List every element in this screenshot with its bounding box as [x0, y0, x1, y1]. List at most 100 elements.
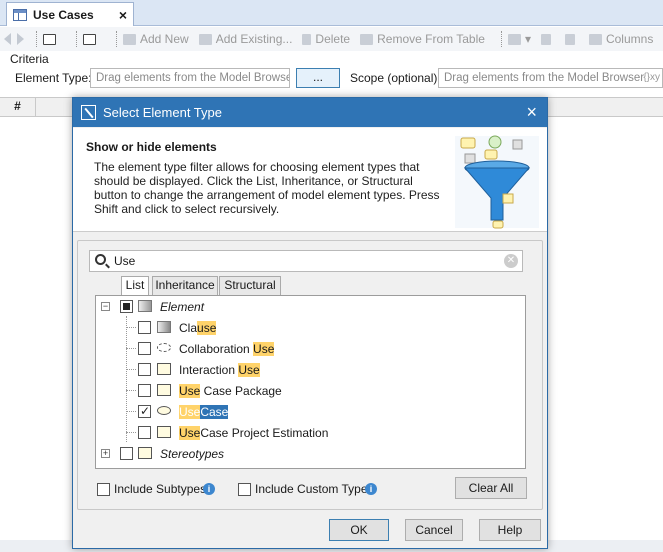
scope-placeholder: Drag elements from the Model Browser	[444, 72, 645, 84]
dialog-titlebar[interactable]: Select Element Type ×	[73, 98, 547, 127]
include-custom-types-label: Include Custom Types	[255, 482, 374, 496]
tree-row-use-case[interactable]: UseCase	[96, 401, 525, 422]
export-icon	[507, 33, 521, 45]
trash-icon	[302, 33, 312, 45]
dialog-app-icon	[81, 105, 96, 120]
hierarchy-icon[interactable]	[43, 33, 60, 45]
select-element-type-dialog: Select Element Type × Show or hide eleme…	[72, 97, 548, 549]
tree-row-collaboration-use[interactable]: Collaboration Use	[96, 338, 525, 359]
back-arrow-icon[interactable]	[4, 33, 11, 45]
scope-field[interactable]: Drag elements from the Model Browser {}х…	[438, 68, 663, 88]
tree-checkbox[interactable]	[138, 426, 151, 439]
tree-label: UseCase	[179, 405, 229, 419]
toolbar-separator	[116, 31, 117, 47]
banner-title: Show or hide elements	[86, 140, 217, 154]
delete-button[interactable]: Delete	[302, 32, 350, 46]
tree-checkbox[interactable]	[138, 363, 151, 376]
down-icon	[564, 33, 575, 45]
info-icon[interactable]: i	[203, 483, 215, 495]
dialog-close-icon[interactable]: ×	[526, 102, 537, 123]
ok-button[interactable]: OK	[329, 519, 389, 541]
toolbar-separator	[76, 31, 77, 47]
collapse-icon[interactable]: −	[101, 302, 110, 311]
element-search-input[interactable]: Use ✕	[89, 250, 523, 272]
estimation-icon	[157, 426, 171, 438]
scope-suffix: {}ху	[643, 72, 660, 83]
tab-use-cases[interactable]: Use Cases ×	[6, 2, 134, 26]
use-case-icon	[157, 406, 171, 415]
criteria-label: Criteria	[10, 52, 49, 66]
table-toolbar: Add New Add Existing... Delete Remove Fr…	[0, 27, 663, 51]
add-new-button[interactable]: Add New	[123, 32, 189, 46]
tree-label: Element	[160, 300, 205, 314]
columns-button[interactable]: Columns	[588, 32, 654, 46]
expand-icon[interactable]: +	[101, 449, 110, 458]
tab-close-icon[interactable]: ×	[119, 7, 127, 23]
tree-checkbox[interactable]	[120, 300, 133, 313]
columns-label: Columns	[605, 32, 654, 46]
forward-arrow-icon[interactable]	[17, 33, 24, 45]
dialog-title: Select Element Type	[103, 105, 222, 120]
tree-row-stereotypes[interactable]: + Stereotypes	[96, 443, 525, 464]
tab-structural[interactable]: Structural	[219, 276, 281, 295]
scope-label: Scope (optional):	[350, 71, 441, 85]
tree-checkbox[interactable]	[120, 447, 133, 460]
tree-row-interaction-use[interactable]: Interaction Use	[96, 359, 525, 380]
tree-row-use-case-package[interactable]: Use Case Package	[96, 380, 525, 401]
delete-label: Delete	[315, 32, 351, 46]
add-existing-icon	[198, 33, 212, 45]
cancel-button[interactable]: Cancel	[405, 519, 463, 541]
move-down-button[interactable]	[564, 33, 579, 45]
remove-from-table-button[interactable]: Remove From Table	[360, 32, 485, 46]
columns-icon	[588, 33, 602, 45]
package-icon	[157, 384, 171, 396]
clear-search-icon[interactable]: ✕	[504, 254, 518, 268]
clause-icon	[157, 321, 171, 333]
tab-title: Use Cases	[33, 7, 94, 22]
include-subtypes-label: Include Subtypes	[114, 482, 207, 496]
table-hash-header[interactable]: #	[0, 97, 36, 117]
element-icon	[138, 300, 152, 312]
tree-checkbox-checked[interactable]	[138, 404, 151, 418]
help-button[interactable]: Help	[479, 519, 541, 541]
tree-label: Stereotypes	[160, 447, 225, 461]
clear-all-button[interactable]: Clear All	[455, 477, 527, 499]
tree-row-element[interactable]: − Element	[96, 296, 525, 317]
tree-checkbox[interactable]	[138, 321, 151, 334]
tree-row-use-case-project-estimation[interactable]: UseCase Project Estimation	[96, 422, 525, 443]
include-custom-types-checkbox[interactable]	[238, 483, 251, 496]
funnel-filter-icon	[455, 135, 539, 229]
include-subtypes-checkbox[interactable]	[97, 483, 110, 496]
element-type-field[interactable]: Drag elements from the Model Browser	[90, 68, 290, 88]
tab-list[interactable]: List	[121, 276, 149, 296]
export-button[interactable]: ▾	[507, 32, 531, 46]
add-new-icon	[123, 33, 136, 45]
tree-label: Collaboration Use	[179, 342, 275, 356]
tree-label: UseCase Project Estimation	[179, 426, 329, 440]
remove-icon	[360, 33, 374, 45]
add-new-label: Add New	[140, 32, 189, 46]
element-type-tree: − Element Clause Collaboration Use Inter…	[95, 295, 526, 469]
tree-row-clause[interactable]: Clause	[96, 317, 525, 338]
toolbar-separator	[36, 31, 37, 47]
up-icon	[540, 33, 551, 45]
remove-label: Remove From Table	[377, 32, 485, 46]
folder-icon	[138, 447, 152, 459]
tab-inheritance[interactable]: Inheritance	[152, 276, 218, 295]
info-icon[interactable]: i	[365, 483, 377, 495]
tree-checkbox[interactable]	[138, 384, 151, 397]
tree-label: Interaction Use	[179, 363, 260, 377]
search-icon	[95, 254, 106, 265]
search-value: Use	[114, 254, 136, 268]
add-existing-button[interactable]: Add Existing...	[198, 32, 292, 46]
element-type-icon[interactable]	[83, 33, 100, 45]
tree-label: Clause	[179, 321, 217, 335]
tree-label: Use Case Package	[179, 384, 282, 398]
editor-tab-strip: Use Cases ×	[0, 0, 663, 26]
browse-element-type-button[interactable]: ...	[296, 68, 340, 88]
element-type-label: Element Type:	[15, 71, 92, 85]
table-icon	[13, 8, 27, 21]
move-up-button[interactable]	[540, 33, 555, 45]
info-banner: Show or hide elements The element type f…	[73, 128, 547, 232]
tree-checkbox[interactable]	[138, 342, 151, 355]
